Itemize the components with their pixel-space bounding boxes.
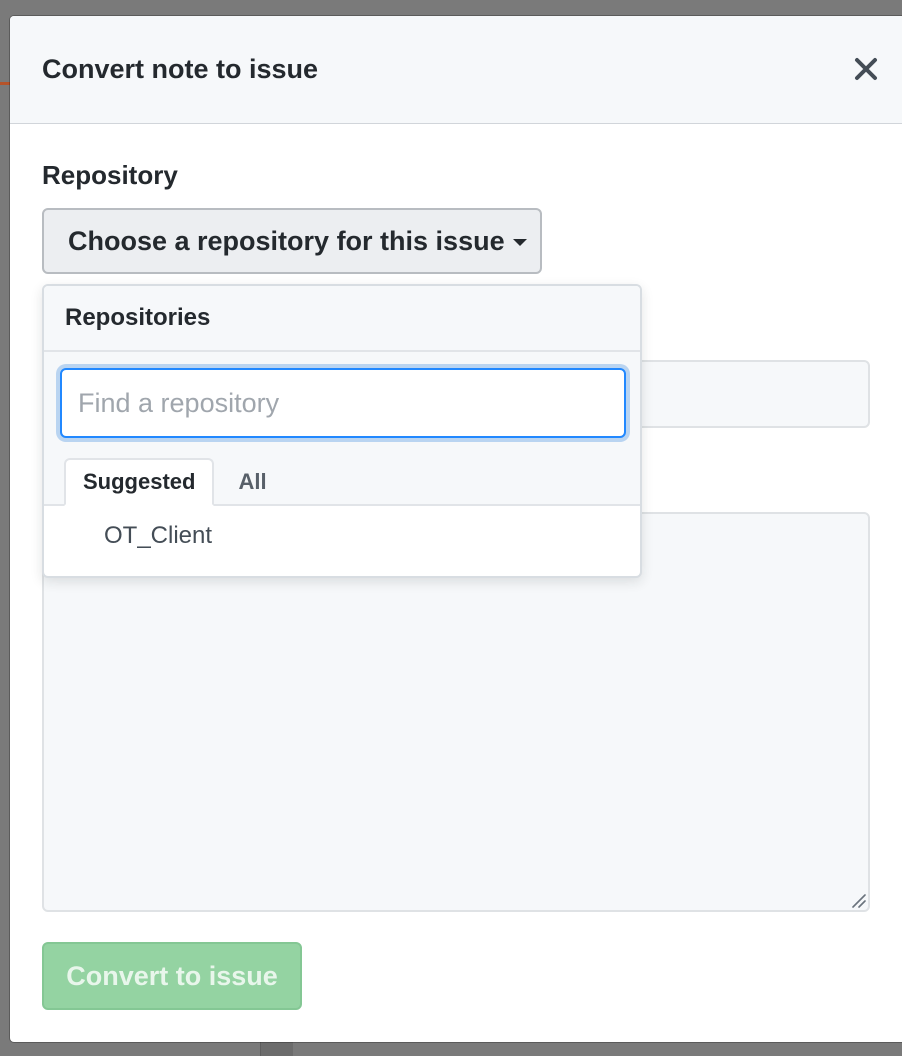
background-accent xyxy=(0,82,10,85)
dialog-title: Convert note to issue xyxy=(42,54,319,84)
convert-note-dialog: Convert note to issue Repository Choose … xyxy=(10,16,902,1042)
repository-list-item[interactable]: OT_Client xyxy=(44,506,640,574)
dropdown-header: Repositories xyxy=(44,286,640,352)
tab-all[interactable]: All xyxy=(214,458,283,506)
repository-tabs: Suggested All xyxy=(64,458,284,506)
close-button[interactable] xyxy=(850,52,882,86)
dialog-header: Convert note to issue xyxy=(10,16,902,124)
repository-select-label: Choose a repository for this issue xyxy=(68,225,505,256)
repository-dropdown: Repositories Suggested All OT_Client xyxy=(42,284,642,578)
tab-suggested[interactable]: Suggested xyxy=(64,458,215,506)
dropdown-filter-area: Suggested All xyxy=(44,352,640,506)
repository-label: Repository xyxy=(42,160,178,190)
background-strip xyxy=(260,1040,293,1056)
repository-select-button[interactable]: Choose a repository for this issue xyxy=(42,208,542,274)
caret-down-icon xyxy=(512,238,527,246)
resize-handle-icon[interactable] xyxy=(850,892,866,908)
close-icon xyxy=(855,58,877,80)
repository-filter-input[interactable] xyxy=(60,368,626,438)
convert-to-issue-button[interactable]: Convert to issue xyxy=(42,942,302,1010)
